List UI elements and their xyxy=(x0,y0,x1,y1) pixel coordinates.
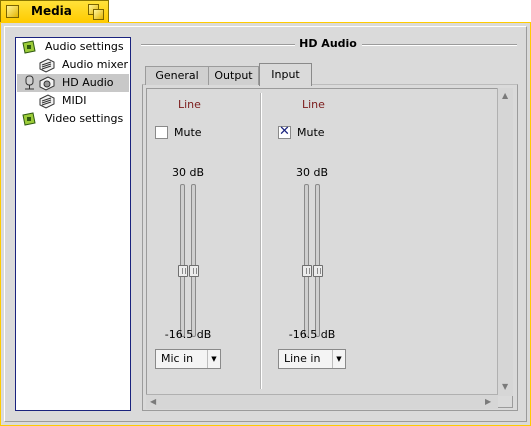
close-window-button[interactable] xyxy=(6,5,19,18)
group-divider xyxy=(141,44,295,45)
speaker-box-icon xyxy=(39,94,55,109)
list-item-label: Audio mixer xyxy=(62,58,128,71)
list-item-label: Audio settings xyxy=(45,40,124,53)
max-gain-label: 30 dB xyxy=(295,166,329,179)
zoom-window-button[interactable] xyxy=(88,4,104,20)
list-item-video-settings[interactable]: Video settings xyxy=(17,110,129,128)
input-source-dropdown[interactable]: Line in ▼ xyxy=(278,349,346,369)
min-gain-label: -16.5 dB xyxy=(164,328,212,341)
channel-label: Line xyxy=(178,98,201,111)
window-tab[interactable]: Media xyxy=(0,0,109,22)
gain-slider-track[interactable] xyxy=(191,184,196,337)
scroll-right-icon[interactable]: ▶ xyxy=(485,397,491,407)
list-item-midi[interactable]: MIDI xyxy=(17,92,129,110)
list-item-audio-settings[interactable]: Audio settings xyxy=(17,38,129,56)
mute-label: Mute xyxy=(297,126,325,139)
list-item-label: MIDI xyxy=(62,94,87,107)
gain-slider-track[interactable] xyxy=(315,184,320,337)
mute-checkbox[interactable] xyxy=(155,126,168,139)
list-item-label: Video settings xyxy=(45,112,124,125)
speaker-box-icon xyxy=(39,58,55,73)
mute-checkbox[interactable]: ✕ xyxy=(278,124,291,139)
channel-label: Line xyxy=(302,98,325,111)
chevron-down-icon: ▼ xyxy=(207,350,220,368)
gain-slider-thumb[interactable] xyxy=(302,265,312,277)
microphone-icon xyxy=(25,75,34,90)
list-item-hd-audio[interactable]: HD Audio xyxy=(17,74,129,92)
gain-slider-thumb[interactable] xyxy=(178,265,188,277)
horizontal-scrollbar[interactable]: ◀ ▶ xyxy=(146,394,498,409)
dropdown-value: Mic in xyxy=(161,352,194,365)
mute-label: Mute xyxy=(174,126,202,139)
scroll-up-icon[interactable]: ▲ xyxy=(502,91,508,101)
tab-output[interactable]: Output xyxy=(208,66,259,85)
max-gain-label: 30 dB xyxy=(171,166,205,179)
checkmark-x-icon: ✕ xyxy=(279,124,290,139)
settings-list[interactable]: Audio settings Audio mixer HD Audio MIDI xyxy=(15,37,131,411)
list-item-audio-mixer[interactable]: Audio mixer xyxy=(17,56,129,74)
input-source-dropdown[interactable]: Mic in ▼ xyxy=(155,349,221,369)
chevron-down-icon: ▼ xyxy=(332,350,345,368)
column-separator xyxy=(260,93,262,389)
scroll-left-icon[interactable]: ◀ xyxy=(150,397,156,407)
gain-slider-track[interactable] xyxy=(180,184,185,337)
dropdown-value: Line in xyxy=(284,352,321,365)
min-gain-label: -16.5 dB xyxy=(288,328,336,341)
list-item-label: HD Audio xyxy=(62,76,114,89)
window-title: Media xyxy=(31,4,72,18)
settings-page-icon xyxy=(22,40,36,54)
vertical-scrollbar[interactable]: ▲ ▼ xyxy=(497,88,513,396)
gain-slider-thumb[interactable] xyxy=(313,265,323,277)
gain-slider-thumb[interactable] xyxy=(189,265,199,277)
scroll-down-icon[interactable]: ▼ xyxy=(502,382,508,392)
tab-general[interactable]: General xyxy=(145,66,209,85)
gain-slider-track[interactable] xyxy=(304,184,309,337)
tab-input[interactable]: Input xyxy=(259,63,312,86)
group-divider xyxy=(362,44,517,45)
speaker-box-icon xyxy=(39,76,55,91)
panel-title: HD Audio xyxy=(299,37,357,50)
settings-page-icon xyxy=(22,112,36,126)
tab-bar: General Output Input xyxy=(142,63,518,86)
